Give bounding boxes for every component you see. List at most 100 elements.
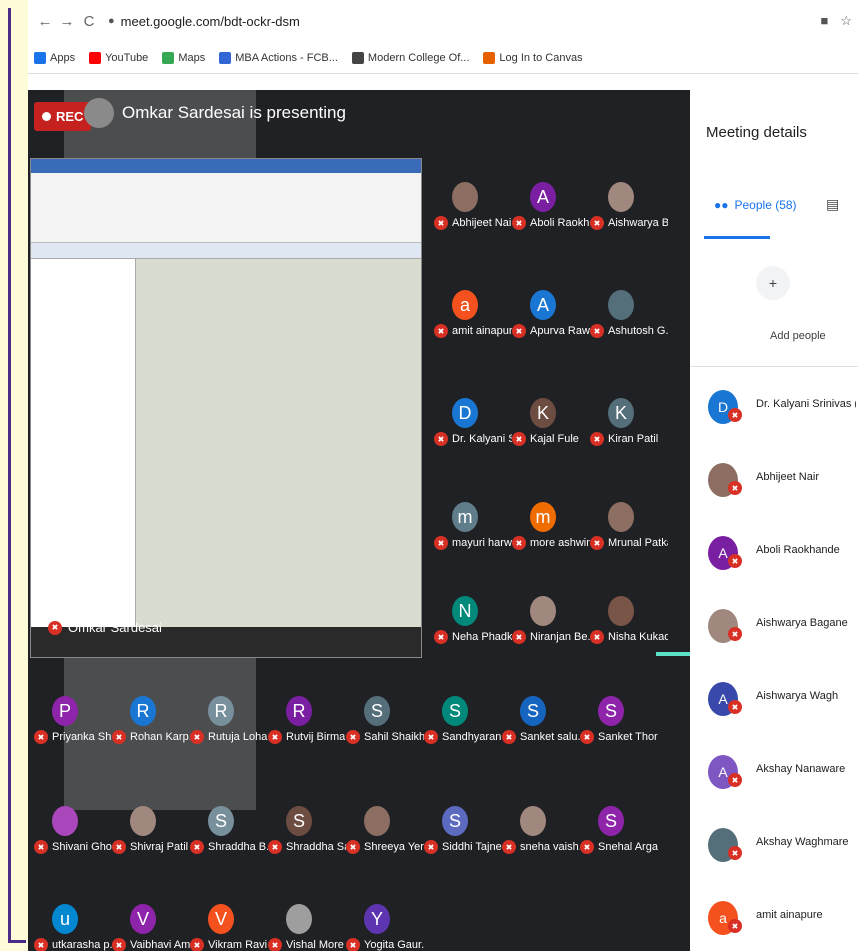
participant-avatar: D (452, 398, 478, 428)
people-list-item[interactable]: A ✖ Akshay Nanaware (690, 745, 858, 819)
address-bar[interactable]: meet.google.com/bdt-ockr-dsm (121, 14, 300, 29)
participant-tile[interactable]: K ✖ Kiran Patil (588, 398, 666, 476)
participant-tile[interactable]: A ✖ Aboli Raokh... (510, 182, 590, 260)
participant-avatar (520, 806, 546, 836)
participant-tile[interactable]: R ✖ Rohan Karp... (110, 696, 190, 774)
participant-tile[interactable]: m ✖ mayuri harw... (432, 502, 512, 580)
participant-tile[interactable]: ✖ Aishwarya B... (588, 182, 668, 260)
participant-tile[interactable]: S ✖ Shraddha B... (188, 806, 268, 884)
participant-tile[interactable]: Y ✖ Yogita Gaur... (344, 904, 424, 951)
mic-off-icon: ✖ (34, 938, 48, 951)
mic-off-icon: ✖ (112, 730, 126, 744)
participant-name: Shivraj Patil (130, 841, 189, 853)
participant-tile[interactable]: ✖ Vishal More (266, 904, 344, 951)
participant-label: ✖ Ashutosh G... (590, 324, 668, 338)
bookmark-item[interactable]: Log In to Canvas (483, 51, 583, 64)
mic-off-icon: ✖ (346, 840, 360, 854)
participant-tile[interactable]: S ✖ Siddhi Tajne (422, 806, 502, 884)
participant-label: ✖ Yogita Gaur... (346, 938, 424, 951)
bookmark-item[interactable]: Apps (34, 51, 76, 64)
mic-off-icon: ✖ (34, 730, 48, 744)
chat-icon: ▤ (826, 196, 840, 212)
participant-name: Sahil Shaikh (364, 731, 424, 743)
participant-tile[interactable]: ✖ Shivraj Patil (110, 806, 188, 884)
participant-tile[interactable]: a ✖ amit ainapure (432, 290, 512, 368)
mic-off-icon: ✖ (48, 620, 62, 635)
participant-tile[interactable]: S ✖ Snehal Arga... (578, 806, 658, 884)
participant-name: Vikram Ravi... (208, 939, 268, 951)
bookmark-icon (162, 51, 175, 64)
mic-off-icon: ✖ (512, 324, 526, 338)
participant-avatar (130, 806, 156, 836)
mic-off-icon: ✖ (502, 840, 516, 854)
mic-off-icon: ✖ (580, 840, 594, 854)
add-people-label[interactable]: Add people (770, 330, 826, 342)
people-list-item[interactable]: ✖ Akshay Waghmare (690, 818, 858, 892)
participant-tile[interactable]: ✖ Abhijeet Nair (432, 182, 512, 260)
people-list-item[interactable]: ✖ Aishwarya Bagane (690, 599, 858, 673)
participant-tile[interactable]: S ✖ Sanket salu... (500, 696, 580, 774)
participant-label: ✖ Snehal Arga... (580, 840, 658, 854)
participant-tile[interactable]: R ✖ Rutvij Birmal (266, 696, 346, 774)
bookmark-item[interactable]: Modern College Of... (351, 51, 469, 64)
participant-tile[interactable]: S ✖ Sandhyarani... (422, 696, 502, 774)
people-list-item[interactable]: ✖ Abhijeet Nair (690, 453, 858, 527)
participant-avatar: A (530, 182, 556, 212)
participant-avatar: m (530, 502, 556, 532)
tab-people-underline (704, 236, 770, 239)
back-icon[interactable]: ← (34, 13, 56, 30)
mic-off-icon: ✖ (424, 840, 438, 854)
participant-label: ✖ Shraddha B... (190, 840, 268, 854)
people-list-item[interactable]: A ✖ Aboli Raokhande (690, 526, 858, 600)
participant-tile[interactable]: ✖ Shivani Gho... (32, 806, 112, 884)
tab-people[interactable]: ●● People (58) (714, 198, 797, 212)
add-people-button[interactable]: + (756, 266, 790, 300)
forward-icon[interactable]: → (56, 13, 78, 30)
participant-tile[interactable]: N ✖ Neha Phadke (432, 596, 512, 674)
reload-icon[interactable]: C (78, 13, 100, 30)
mic-off-icon: ✖ (346, 730, 360, 744)
participant-avatar (608, 290, 634, 320)
participant-tile[interactable]: R ✖ Rutuja Lohar (188, 696, 268, 774)
star-icon[interactable]: ☆ (840, 13, 852, 29)
participant-tile[interactable]: ✖ sneha vaish... (500, 806, 580, 884)
tab-chat[interactable]: ▤ (826, 196, 839, 213)
people-list-item[interactable]: D✖Dr. Kalyani Srinivas (You) (690, 380, 858, 454)
people-list-item[interactable]: a ✖ amit ainapure (690, 891, 858, 951)
bookmark-item[interactable]: Maps (162, 51, 205, 64)
participant-tile[interactable]: ✖ Niranjan Be... (510, 596, 590, 674)
participant-tile[interactable]: S ✖ Sahil Shaikh (344, 696, 424, 774)
bookmark-item[interactable]: YouTube (89, 51, 148, 64)
people-divider (690, 366, 858, 367)
participant-tile[interactable]: m ✖ more ashwini (510, 502, 590, 580)
participant-tile[interactable]: ✖ Shreeya Yer... (344, 806, 424, 884)
camera-icon[interactable]: ■ (820, 13, 828, 29)
mic-off-icon: ✖ (728, 919, 742, 933)
mic-off-icon: ✖ (728, 846, 742, 860)
participant-tile[interactable]: P ✖ Priyanka Shr... (32, 696, 112, 774)
bookmark-label: Apps (50, 51, 76, 64)
bookmark-item[interactable]: MBA Actions - FCB... (219, 51, 338, 64)
participant-avatar: m (452, 502, 478, 532)
participant-tile[interactable]: S ✖ Shraddha Sa... (266, 806, 346, 884)
participant-label: ✖ Nisha Kukade (590, 630, 668, 644)
lock-icon[interactable]: ● (108, 15, 115, 27)
participant-tile[interactable]: D ✖ Dr. Kalyani S... (432, 398, 512, 476)
participant-label: ✖ Shivani Gho... (34, 840, 112, 854)
participant-tile[interactable]: ✖ Ashutosh G... (588, 290, 668, 368)
participant-tile[interactable]: V ✖ Vikram Ravi... (188, 904, 268, 951)
participant-tile[interactable]: u ✖ utkarasha p... (32, 904, 112, 951)
participant-tile[interactable]: K ✖ Kajal Fule (510, 398, 588, 476)
participant-tile[interactable]: S ✖ Sanket Thorat (578, 696, 658, 774)
participant-tile[interactable]: ✖ Nisha Kukade (588, 596, 668, 674)
participant-avatar (452, 182, 478, 212)
participant-label: ✖ Vaibhavi Am... (112, 938, 190, 951)
participant-tile[interactable]: ✖ Mrunal Patkar (588, 502, 668, 580)
mic-off-icon: ✖ (728, 700, 742, 714)
participant-label: ✖ Mrunal Patkar (590, 536, 668, 550)
mic-off-icon: ✖ (112, 840, 126, 854)
participant-tile[interactable]: V ✖ Vaibhavi Am... (110, 904, 190, 951)
mic-off-icon: ✖ (728, 481, 742, 495)
participant-tile[interactable]: A ✖ Apurva Rawal (510, 290, 590, 368)
people-list-item[interactable]: A ✖ Aishwarya Wagh (690, 672, 858, 746)
